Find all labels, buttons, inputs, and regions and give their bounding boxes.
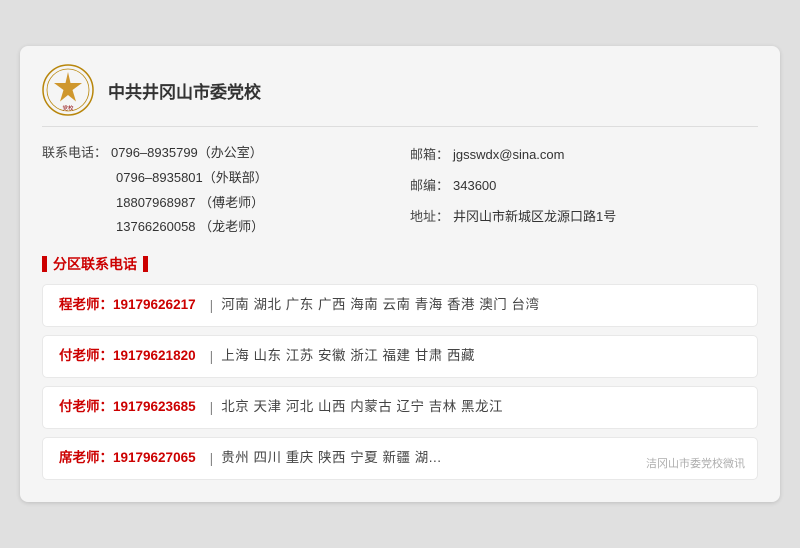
address-value: 井冈山市新城区龙源口路1号 xyxy=(453,205,616,230)
watermark: 洁冈山市委党校微讯 xyxy=(646,456,745,473)
phone-row-3: 18807968987 （傅老师） xyxy=(42,191,390,216)
phone-2: 19179623685 xyxy=(113,397,196,417)
svg-text:党校: 党校 xyxy=(62,104,74,112)
section-bar-left xyxy=(42,256,47,272)
teacher-0: 程老师： xyxy=(59,295,113,315)
phone-row-2: 0796–8935801（外联部） xyxy=(42,166,390,191)
district-list: 程老师： 19179626217 | 河南 湖北 广东 广西 海南 云南 青海 … xyxy=(42,284,758,488)
district-item-3: 席老师： 19179627065 | 贵州 四川 重庆 陕西 宁夏 新疆 湖..… xyxy=(42,437,758,480)
phone-label: 联系电话： xyxy=(42,141,107,166)
regions-0: 河南 湖北 广东 广西 海南 云南 青海 香港 澳门 台湾 xyxy=(221,295,539,315)
regions-1: 上海 山东 江苏 安徽 浙江 福建 甘肃 西藏 xyxy=(221,346,475,366)
phone-0: 19179626217 xyxy=(113,295,196,315)
district-item-0: 程老师： 19179626217 | 河南 湖北 广东 广西 海南 云南 青海 … xyxy=(42,284,758,327)
sep-0: | xyxy=(210,295,214,316)
sep-3: | xyxy=(210,448,214,469)
teacher-3: 席老师： xyxy=(59,448,113,468)
regions-3: 贵州 四川 重庆 陕西 宁夏 新疆 湖... xyxy=(221,448,441,468)
section-bar-right xyxy=(143,256,148,272)
email-value: jgsswdx@sina.com xyxy=(453,143,564,168)
email-label: 邮箱： xyxy=(410,143,449,168)
district-item-2: 付老师： 19179623685 | 北京 天津 河北 山西 内蒙古 辽宁 吉林… xyxy=(42,386,758,429)
teacher-1: 付老师： xyxy=(59,346,113,366)
phone-value-2: 0796–8935801（外联部） xyxy=(116,166,268,191)
postcode-label: 邮编： xyxy=(410,174,449,199)
phone-value-3: 18807968987 （傅老师） xyxy=(116,191,264,216)
postcode-value: 343600 xyxy=(453,174,496,199)
phone-value-1: 0796–8935799（办公室） xyxy=(111,141,263,166)
contact-grid: 联系电话： 0796–8935799（办公室） 0796–8935801（外联部… xyxy=(42,141,758,240)
district-item-1: 付老师： 19179621820 | 上海 山东 江苏 安徽 浙江 福建 甘肃 … xyxy=(42,335,758,378)
main-card: 党校 中共井冈山市委党校 联系电话： 0796–8935799（办公室） 079… xyxy=(20,46,780,502)
contact-left: 联系电话： 0796–8935799（办公室） 0796–8935801（外联部… xyxy=(42,141,390,240)
email-row: 邮箱： jgsswdx@sina.com xyxy=(410,143,758,168)
logo-icon: 党校 xyxy=(42,64,94,116)
phone-row-1: 联系电话： 0796–8935799（办公室） xyxy=(42,141,390,166)
address-row: 地址： 井冈山市新城区龙源口路1号 xyxy=(410,205,758,230)
phone-value-4: 13766260058 （龙老师） xyxy=(116,215,264,240)
regions-2: 北京 天津 河北 山西 内蒙古 辽宁 吉林 黑龙江 xyxy=(221,397,503,417)
phone-row-4: 13766260058 （龙老师） xyxy=(42,215,390,240)
header: 党校 中共井冈山市委党校 xyxy=(42,64,758,127)
postcode-row: 邮编： 343600 xyxy=(410,174,758,199)
org-name: 中共井冈山市委党校 xyxy=(108,78,261,103)
phone-1: 19179621820 xyxy=(113,346,196,366)
teacher-2: 付老师： xyxy=(59,397,113,417)
sep-2: | xyxy=(210,397,214,418)
section-title: 分区联系电话 xyxy=(42,254,758,274)
phone-3: 19179627065 xyxy=(113,448,196,468)
contact-right: 邮箱： jgsswdx@sina.com 邮编： 343600 地址： 井冈山市… xyxy=(410,141,758,240)
sep-1: | xyxy=(210,346,214,367)
address-label: 地址： xyxy=(410,205,449,230)
section-label: 分区联系电话 xyxy=(53,254,137,274)
